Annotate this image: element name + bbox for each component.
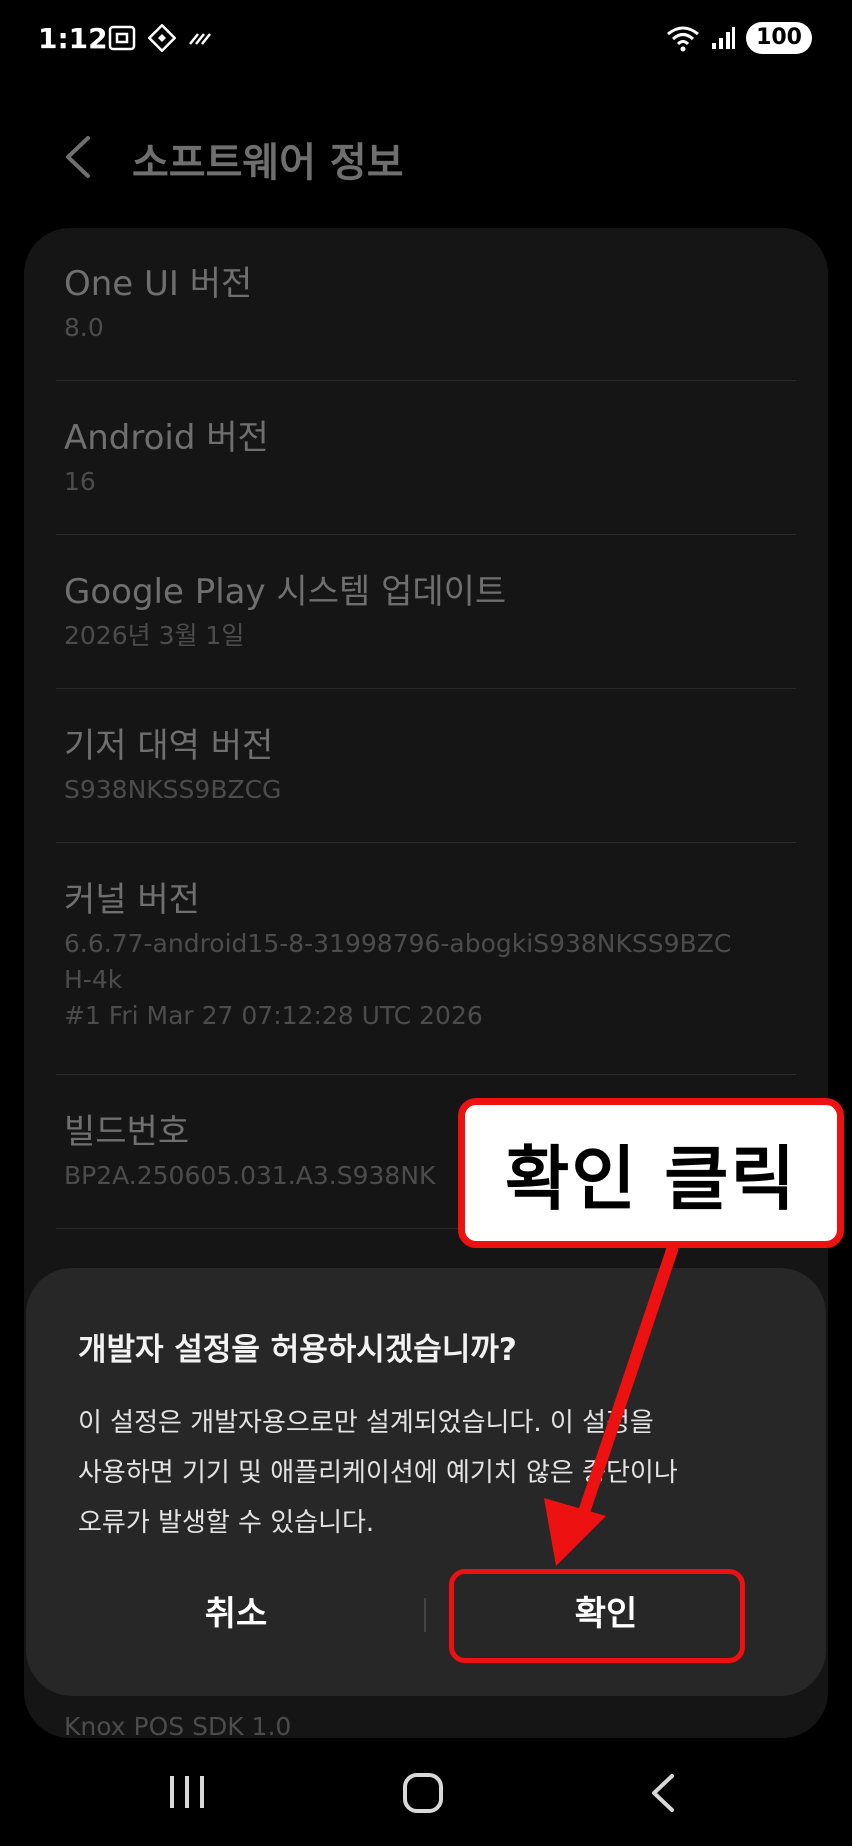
dialog-title: 개발자 설정을 허용하시겠습니까? (78, 1332, 517, 1368)
recents-icon[interactable] (168, 1774, 206, 1810)
nfc-icon (148, 24, 176, 52)
battery-level: 100 (746, 22, 812, 54)
divider (56, 1074, 796, 1075)
item-value: 16 (64, 467, 96, 496)
list-item-kernel-version[interactable]: 커널 버전 6.6.77-android15-8-31998796-abogki… (64, 878, 804, 1034)
status-time: 1:12 (38, 22, 108, 55)
navigation-bar (0, 1746, 852, 1846)
divider (56, 842, 796, 843)
list-item-baseband-version[interactable]: 기저 대역 버전 S938NKSS9BZCG (64, 724, 804, 808)
callout-text: 확인 클릭 (505, 1137, 797, 1220)
wifi-icon (667, 26, 699, 52)
button-divider (424, 1598, 426, 1632)
item-value: 2026년 3월 1일 (64, 621, 245, 650)
item-title: Android 버전 (64, 418, 269, 458)
item-title: 커널 버전 (64, 880, 200, 920)
nav-back-icon[interactable] (648, 1772, 678, 1814)
divider (56, 380, 796, 381)
list-item-one-ui-version[interactable]: One UI 버전 8.0 (64, 262, 804, 346)
item-value: 8.0 (64, 313, 104, 342)
status-icons-left (108, 24, 214, 52)
list-item-google-play-update[interactable]: Google Play 시스템 업데이트 2026년 3월 1일 (64, 570, 804, 654)
confirm-highlight-box (449, 1569, 745, 1663)
screenshot-icon (108, 25, 136, 51)
cancel-button[interactable]: 취소 (106, 1580, 366, 1640)
status-bar: 1:12 100 (0, 0, 852, 80)
divider (56, 688, 796, 689)
home-icon[interactable] (402, 1772, 444, 1814)
data-saver-icon (189, 33, 211, 45)
item-value: S938NKSS9BZCG (64, 775, 282, 804)
list-item-android-version[interactable]: Android 버전 16 (64, 416, 804, 500)
divider (56, 534, 796, 535)
callout-box: 확인 클릭 (458, 1098, 844, 1248)
status-icons-right: 100 (666, 22, 812, 54)
list-item-knox-peek: Knox POS SDK 1.0 (64, 1712, 292, 1741)
chevron-left-icon[interactable] (58, 132, 98, 182)
item-value-line: #1 Fri Mar 27 07:12:28 UTC 2026 (64, 1001, 483, 1030)
dialog-body-line: 오류가 발생할 수 있습니다. (78, 1508, 375, 1538)
item-title: One UI 버전 (64, 264, 253, 304)
signal-icon (712, 27, 736, 49)
item-value-line: 6.6.77-android15-8-31998796-abogkiS938NK… (64, 929, 732, 958)
item-title: 기저 대역 버전 (64, 726, 274, 766)
item-value-line: H-4k (64, 965, 123, 994)
dialog-body-line: 사용하면 기기 및 애플리케이션에 예기치 않은 중단이나 (78, 1458, 678, 1488)
dialog-body: 이 설정은 개발자용으로만 설계되었습니다. 이 설정을 사용하면 기기 및 애… (78, 1398, 778, 1548)
item-title: Google Play 시스템 업데이트 (64, 572, 507, 612)
dialog-body-line: 이 설정은 개발자용으로만 설계되었습니다. 이 설정을 (78, 1408, 654, 1438)
page-title: 소프트웨어 정보 (132, 140, 404, 186)
app-header: 소프트웨어 정보 (0, 110, 852, 200)
